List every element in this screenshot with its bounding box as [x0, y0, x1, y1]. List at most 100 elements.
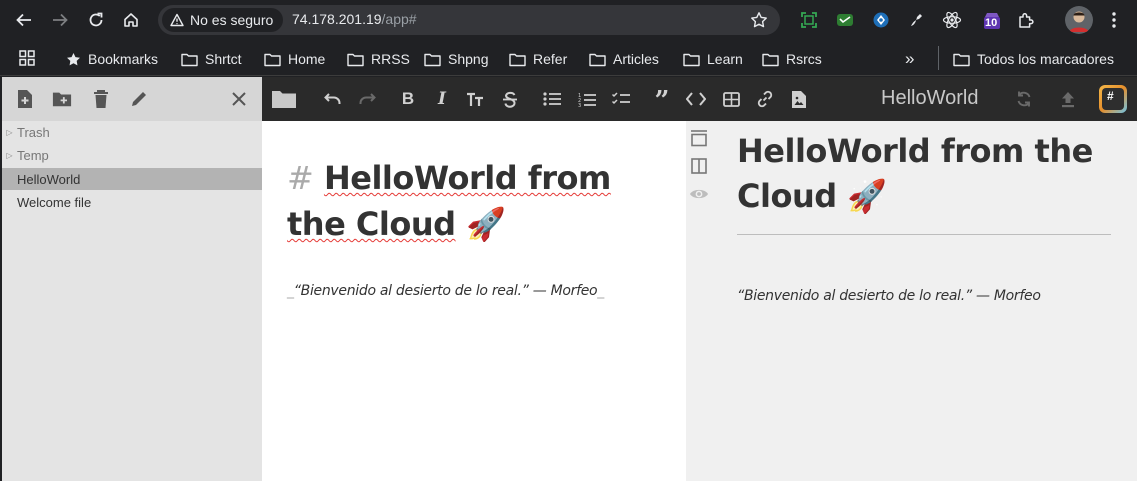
trash-icon[interactable] — [91, 89, 111, 109]
link-icon[interactable] — [755, 89, 775, 109]
image-icon[interactable] — [789, 89, 809, 109]
document-title[interactable]: HelloWorld — [881, 87, 978, 110]
all-bookmarks-label: Todos los marcadores — [977, 51, 1114, 67]
folder-icon — [683, 53, 700, 66]
editor-heading[interactable]: # HelloWorld from the Cloud 🚀 — [287, 155, 667, 247]
close-explorer-icon[interactable] — [229, 89, 249, 109]
bookmark-label: RRSS — [371, 51, 410, 67]
tree-file-helloworld[interactable]: HelloWorld — [2, 168, 262, 190]
explorer-folder-icon[interactable] — [271, 89, 297, 109]
folder-icon — [181, 53, 198, 66]
apps-grid-icon[interactable] — [19, 50, 35, 66]
bookmark-label: Shrtct — [205, 51, 242, 67]
url-path: /app# — [381, 11, 417, 27]
markdown-badge-label: # — [1102, 88, 1124, 110]
undo-icon[interactable] — [323, 89, 343, 109]
url-text[interactable]: 74.178.201.19/app# — [292, 11, 417, 27]
bookmark-refer[interactable]: Refer — [509, 49, 567, 69]
bookmark-articles[interactable]: Articles — [589, 49, 659, 69]
folder-icon — [509, 53, 526, 66]
mail-extension-icon[interactable] — [835, 10, 855, 30]
all-bookmarks-button[interactable]: Todos los marcadores — [953, 49, 1114, 69]
editor-heading-text: HelloWorld from the Cloud — [287, 159, 611, 243]
editor-app: ▷ Trash ▷ Temp HelloWorld Welcome file B… — [0, 77, 1137, 481]
bookmark-label: Shpng — [448, 51, 489, 67]
heading-marker: # — [287, 159, 314, 197]
notification-extension-icon[interactable]: 10 — [979, 10, 1005, 30]
folder-icon — [953, 53, 970, 66]
security-chip[interactable]: No es seguro — [162, 8, 284, 32]
strikethrough-icon[interactable] — [500, 89, 520, 109]
bookmark-rsrcs[interactable]: Rsrcs — [762, 49, 822, 69]
rocket-icon: 🚀 — [466, 205, 506, 243]
rename-pencil-icon[interactable] — [129, 89, 149, 109]
file-explorer: ▷ Trash ▷ Temp HelloWorld Welcome file — [2, 121, 262, 481]
reload-button[interactable] — [84, 8, 108, 32]
editor-toolbar: B I 123 ” HelloWorld # — [262, 77, 1137, 121]
numbered-list-icon[interactable]: 123 — [577, 89, 597, 109]
bookmarks-overflow-button[interactable]: » — [905, 49, 914, 69]
bookmark-label: Rsrcs — [786, 51, 822, 67]
editor-quote[interactable]: _“Bienvenido al desierto de lo real.” — … — [287, 283, 604, 299]
bookmark-bookmarks[interactable]: Bookmarks — [66, 49, 158, 69]
tree-file-welcome[interactable]: Welcome file — [2, 191, 262, 213]
folder-icon — [589, 53, 606, 66]
folder-icon — [762, 53, 779, 66]
screenshot-extension-icon[interactable] — [799, 10, 819, 30]
bulleted-list-icon[interactable] — [542, 89, 562, 109]
checklist-icon[interactable] — [611, 89, 631, 109]
home-button[interactable] — [119, 8, 143, 32]
tree-folder-trash[interactable]: ▷ Trash — [2, 121, 262, 143]
extension-badge: 10 — [985, 17, 998, 29]
heading-rule — [737, 234, 1111, 235]
redo-icon[interactable] — [357, 89, 377, 109]
folder-icon — [424, 53, 441, 66]
italic-icon[interactable]: I — [432, 89, 452, 109]
shield-extension-icon[interactable] — [871, 10, 891, 30]
react-extension-icon[interactable] — [942, 10, 962, 30]
address-bar[interactable]: No es seguro 74.178.201.19/app# — [158, 5, 780, 35]
preview-heading: HelloWorld from the Cloud 🚀 — [737, 129, 1127, 219]
split-view-icon[interactable] — [690, 157, 708, 175]
table-icon[interactable] — [721, 89, 741, 109]
avatar[interactable] — [1065, 6, 1093, 34]
new-folder-icon[interactable] — [52, 89, 72, 109]
svg-text:3: 3 — [578, 103, 581, 107]
bookmark-shpng[interactable]: Shpng — [424, 49, 488, 69]
kebab-menu-icon[interactable] — [1104, 10, 1124, 30]
tree-folder-temp[interactable]: ▷ Temp — [2, 144, 262, 166]
bookmark-shrtct[interactable]: Shrtct — [181, 49, 242, 69]
bookmark-label: Learn — [707, 51, 743, 67]
view-mode-rail — [686, 121, 712, 481]
publish-upload-icon[interactable] — [1058, 89, 1078, 109]
caret-right-icon: ▷ — [6, 150, 13, 160]
pen-extension-icon[interactable] — [906, 10, 926, 30]
code-icon[interactable] — [686, 89, 706, 109]
forward-button[interactable] — [48, 8, 72, 32]
heading-icon[interactable] — [465, 89, 485, 109]
puzzle-icon[interactable] — [1016, 10, 1036, 30]
tree-item-label: Welcome file — [17, 194, 92, 210]
markdown-badge[interactable]: # — [1099, 85, 1127, 113]
sync-icon[interactable] — [1014, 89, 1034, 109]
bold-icon[interactable]: B — [398, 89, 418, 109]
blockquote-icon[interactable]: ” — [652, 86, 672, 116]
warning-icon — [170, 13, 184, 27]
new-file-icon[interactable] — [15, 89, 35, 109]
preview-eye-icon[interactable] — [689, 187, 709, 201]
bookmark-rrss[interactable]: RRSS — [347, 49, 410, 69]
bookmarks-bar: Bookmarks Shrtct Home RRSS Shpng Refer A… — [0, 40, 1137, 76]
markdown-preview: HelloWorld from the Cloud 🚀 “Bienvenido … — [712, 121, 1137, 481]
editor-only-view-icon[interactable] — [690, 129, 708, 147]
editor-quote-text: “Bienvenido al desierto de lo real.” — M… — [293, 283, 598, 299]
back-button[interactable] — [12, 8, 36, 32]
tree-item-label: Trash — [17, 124, 50, 140]
star-icon — [67, 52, 80, 65]
bookmark-learn[interactable]: Learn — [683, 49, 743, 69]
bookmark-home[interactable]: Home — [264, 49, 325, 69]
bookmark-star-icon[interactable] — [750, 11, 768, 29]
markdown-editor[interactable]: # HelloWorld from the Cloud 🚀 _“Bienveni… — [262, 121, 686, 481]
bookmarks-divider — [938, 46, 939, 70]
bookmark-label: Home — [288, 51, 326, 67]
preview-heading-text: HelloWorld from the Cloud — [737, 132, 1093, 215]
